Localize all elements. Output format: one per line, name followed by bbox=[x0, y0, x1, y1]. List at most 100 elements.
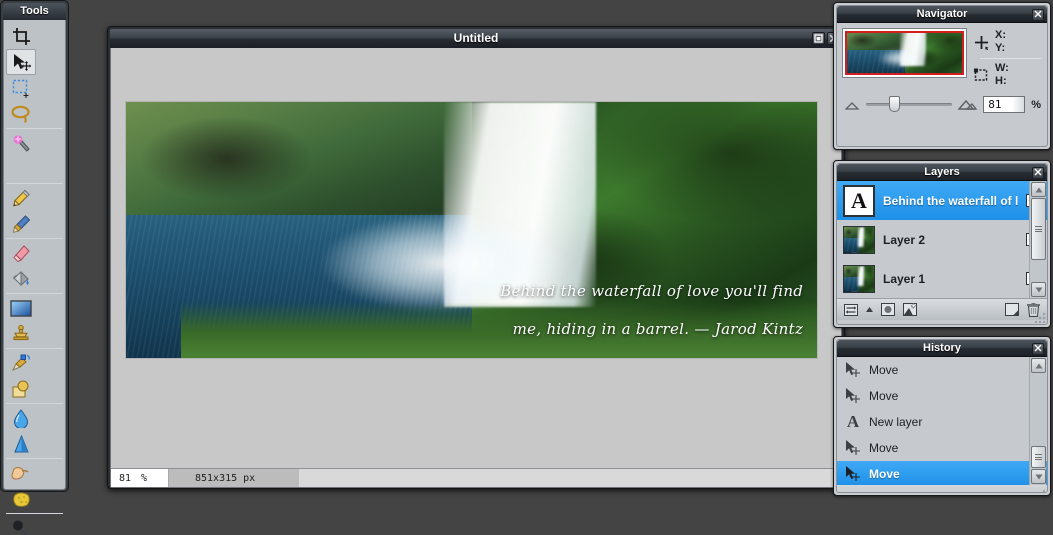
history-item-label: Move bbox=[869, 363, 899, 377]
navigator-zoom-input[interactable]: 81 bbox=[983, 96, 1026, 113]
navigator-panel: Navigator X: Y: W: H: 81 % bbox=[833, 2, 1051, 150]
status-zoom-unit: % bbox=[141, 472, 148, 484]
navigator-close-icon[interactable] bbox=[1032, 8, 1044, 21]
tool-dodge-tool[interactable] bbox=[6, 515, 36, 535]
navigator-thumbnail[interactable] bbox=[843, 29, 966, 77]
history-item[interactable]: Move bbox=[837, 383, 1047, 409]
layers-close-icon[interactable] bbox=[1032, 166, 1044, 179]
tool-drawing-tool[interactable] bbox=[6, 376, 36, 402]
quote-line-2: me, hiding in a barrel. — Jarod Kintz bbox=[512, 319, 804, 338]
layers-scroll-thumb[interactable] bbox=[1031, 198, 1046, 260]
history-item[interactable]: Move bbox=[837, 461, 1047, 485]
tools-panel: Tools bbox=[0, 0, 69, 535]
layer-settings-arrow-icon[interactable] bbox=[865, 303, 873, 317]
layer-row[interactable]: A Behind the waterfall of l bbox=[837, 181, 1047, 220]
layers-scroll-up-button[interactable] bbox=[1031, 182, 1046, 197]
tool-eraser-tool[interactable] bbox=[6, 240, 36, 266]
navigator-zoom-unit: % bbox=[1031, 98, 1041, 111]
tool-pencil-tool[interactable] bbox=[6, 185, 36, 211]
navigator-body: X: Y: W: H: bbox=[837, 23, 1047, 92]
photo-canvas[interactable]: Behind the waterfall of love you'll find… bbox=[126, 102, 817, 358]
tools-separator bbox=[6, 183, 63, 184]
navigator-wh-row: W: H: bbox=[974, 62, 1041, 88]
history-item[interactable]: Move bbox=[837, 435, 1047, 461]
navigator-zoom-value: 81 bbox=[988, 98, 1002, 111]
maximize-button[interactable] bbox=[812, 32, 825, 45]
type-icon: A bbox=[846, 412, 860, 431]
history-titlebar[interactable]: History bbox=[837, 340, 1047, 357]
zoom-in-icon bbox=[958, 99, 978, 110]
navigator-readouts: X: Y: W: H: bbox=[966, 29, 1041, 88]
tool-lasso-select-tool[interactable] bbox=[6, 101, 36, 127]
history-scroll-track[interactable] bbox=[1030, 374, 1046, 468]
quote-line-1: Behind the waterfall of love you'll find bbox=[500, 281, 804, 300]
layer-settings-button[interactable] bbox=[843, 303, 858, 317]
scroll-grip-icon bbox=[1035, 225, 1042, 234]
image-window-titlebar[interactable]: Untitled bbox=[110, 29, 842, 48]
layers-scroll-down-button[interactable] bbox=[1031, 282, 1046, 297]
history-resize-grip[interactable] bbox=[1035, 490, 1045, 492]
history-scroll-down-button[interactable] bbox=[1031, 469, 1046, 484]
tools-separator bbox=[6, 513, 63, 514]
tool-paint-bucket-tool[interactable] bbox=[6, 266, 36, 292]
history-scroll-thumb[interactable] bbox=[1031, 446, 1046, 468]
navigator-zoom-slider[interactable] bbox=[866, 96, 953, 112]
tools-separator bbox=[6, 128, 63, 129]
layers-titlebar[interactable]: Layers bbox=[837, 164, 1047, 181]
tool-blur-tool[interactable] bbox=[6, 405, 36, 431]
canvas-area[interactable]: Behind the waterfall of love you'll find… bbox=[110, 48, 842, 468]
history-item-label: Move bbox=[869, 389, 899, 403]
tool-clone-stamp-tool[interactable] bbox=[6, 321, 36, 347]
photo-quote-text: Behind the waterfall of love you'll find… bbox=[458, 272, 804, 348]
layer-row[interactable]: Layer 2 bbox=[837, 220, 1047, 259]
layer-row[interactable]: Layer 1 bbox=[837, 259, 1047, 298]
history-item[interactable]: A New layer bbox=[837, 409, 1047, 435]
navigator-titlebar[interactable]: Navigator bbox=[837, 6, 1047, 23]
tool-replace-color-tool[interactable] bbox=[6, 350, 36, 376]
history-footer bbox=[837, 485, 1047, 492]
history-list[interactable]: Move Move A New layer Move Move bbox=[837, 357, 1047, 485]
tool-move-tool[interactable] bbox=[6, 49, 36, 75]
zoom-out-icon bbox=[845, 101, 860, 110]
navigator-xy-labels: X: Y: bbox=[995, 29, 1006, 55]
history-item[interactable]: Move bbox=[837, 357, 1047, 383]
tool-brush-tool[interactable] bbox=[6, 211, 36, 237]
tools-separator bbox=[6, 238, 63, 239]
layer-image-thumbnail bbox=[843, 264, 875, 293]
image-window-title: Untitled bbox=[453, 31, 499, 45]
layer-text-thumbnail: A bbox=[843, 184, 875, 217]
layers-list[interactable]: A Behind the waterfall of l Layer 2 bbox=[837, 181, 1047, 298]
layer-style-button[interactable] bbox=[902, 303, 917, 317]
layer-name: Layer 1 bbox=[883, 271, 926, 286]
layer-image-thumbnail bbox=[843, 225, 875, 254]
navigator-h-label: H: bbox=[995, 75, 1007, 87]
history-close-icon[interactable] bbox=[1032, 342, 1044, 355]
navigator-zoom-slider-thumb[interactable] bbox=[889, 96, 901, 112]
layers-scrollbar[interactable] bbox=[1029, 181, 1046, 298]
history-scroll-up-button[interactable] bbox=[1031, 358, 1046, 373]
new-layer-button[interactable] bbox=[1004, 303, 1019, 317]
tools-separator bbox=[6, 403, 63, 404]
history-item-label: Move bbox=[869, 441, 899, 455]
layer-name: Layer 2 bbox=[883, 232, 926, 247]
history-scrollbar[interactable] bbox=[1029, 357, 1046, 485]
tool-marquee-select-tool[interactable] bbox=[6, 75, 36, 101]
layers-resize-grip[interactable] bbox=[1035, 313, 1045, 323]
layer-thumb-fall bbox=[857, 265, 865, 287]
tool-sponge-tool[interactable] bbox=[6, 486, 36, 512]
tool-crop-tool[interactable] bbox=[6, 23, 36, 49]
tools-grid: A bbox=[6, 23, 63, 535]
image-status-bar: 81 % 851x315 px bbox=[110, 468, 842, 488]
tool-smudge-tool[interactable] bbox=[6, 460, 36, 486]
status-dimensions: 851x315 px bbox=[169, 469, 299, 487]
tool-sharpen-tool[interactable] bbox=[6, 431, 36, 457]
layers-scroll-track[interactable] bbox=[1030, 198, 1046, 281]
status-zoom-field[interactable]: 81 % bbox=[111, 469, 169, 487]
layers-panel: Layers A Behind the waterfall of l ✓ Lay… bbox=[833, 160, 1051, 328]
tools-grid-container: A bbox=[3, 20, 66, 535]
layer-mask-button[interactable] bbox=[880, 303, 895, 317]
history-panel: History Move Move A New layer Move Move bbox=[833, 336, 1051, 496]
tool-empty-cell bbox=[6, 156, 36, 182]
tool-wand-select-tool[interactable] bbox=[6, 130, 36, 156]
tool-gradient-tool[interactable] bbox=[6, 295, 36, 321]
